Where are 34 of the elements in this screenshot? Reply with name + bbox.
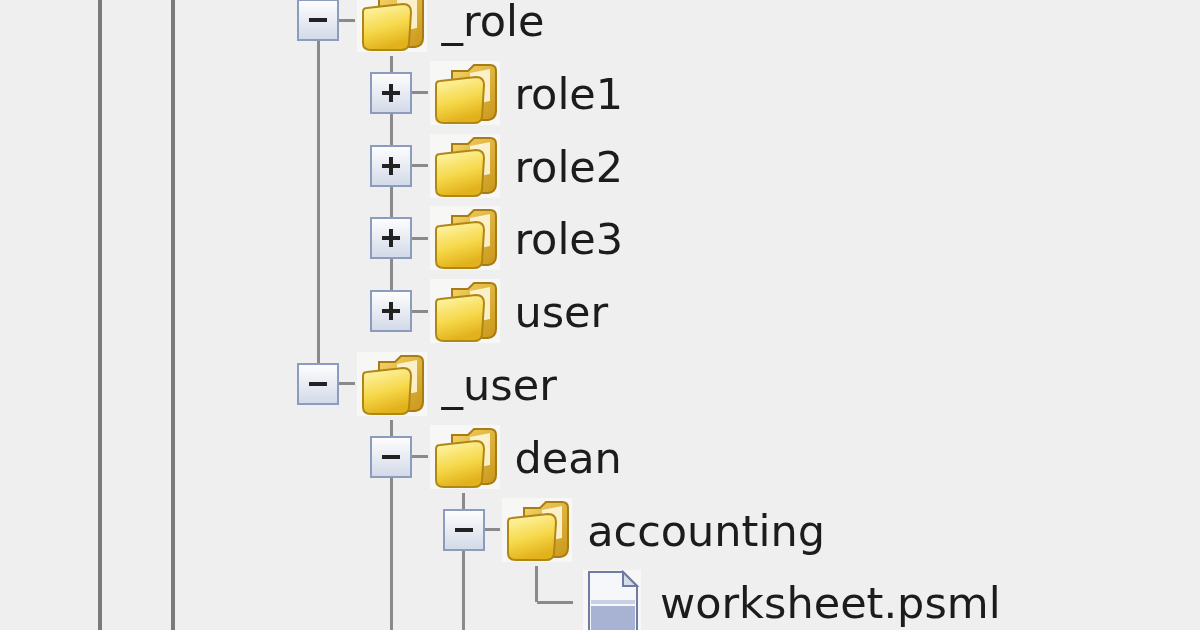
collapse-button[interactable] — [370, 435, 413, 478]
plus-icon — [382, 156, 401, 175]
collapse-button[interactable] — [297, 0, 340, 41]
minus-icon — [382, 454, 401, 459]
folder-icon — [502, 497, 573, 562]
minus-icon — [309, 382, 328, 386]
expand-button[interactable] — [370, 217, 413, 260]
expand-button[interactable] — [370, 71, 413, 114]
folder-icon — [429, 206, 500, 271]
document-icon — [583, 570, 642, 630]
tree-item-label[interactable]: role3 — [514, 213, 624, 266]
collapse-button[interactable] — [297, 363, 340, 405]
expand-button[interactable] — [370, 144, 413, 187]
folder-icon — [429, 424, 500, 489]
collapse-button[interactable] — [442, 508, 485, 551]
tree-item-label[interactable]: accounting — [587, 504, 825, 557]
tree-item-label[interactable]: worksheet.psml — [659, 577, 1001, 630]
minus-icon — [454, 527, 473, 532]
plus-icon — [382, 83, 401, 102]
folder-icon — [429, 279, 500, 344]
folder-icon — [356, 352, 427, 416]
expand-button[interactable] — [370, 290, 413, 333]
tree-item-label[interactable]: user — [514, 286, 609, 339]
plus-icon — [382, 229, 401, 248]
folder-icon — [429, 60, 500, 125]
folder-icon — [356, 0, 427, 52]
tree-item-label[interactable]: dean — [514, 431, 622, 484]
tree-item-label[interactable]: _user — [441, 359, 557, 411]
minus-icon — [309, 18, 328, 22]
plus-icon — [382, 302, 401, 321]
folder-icon — [429, 133, 500, 198]
tree-item-label[interactable]: role1 — [514, 67, 624, 120]
tree-item-label[interactable]: role2 — [514, 140, 624, 193]
tree-item-label[interactable]: _role — [441, 0, 545, 47]
